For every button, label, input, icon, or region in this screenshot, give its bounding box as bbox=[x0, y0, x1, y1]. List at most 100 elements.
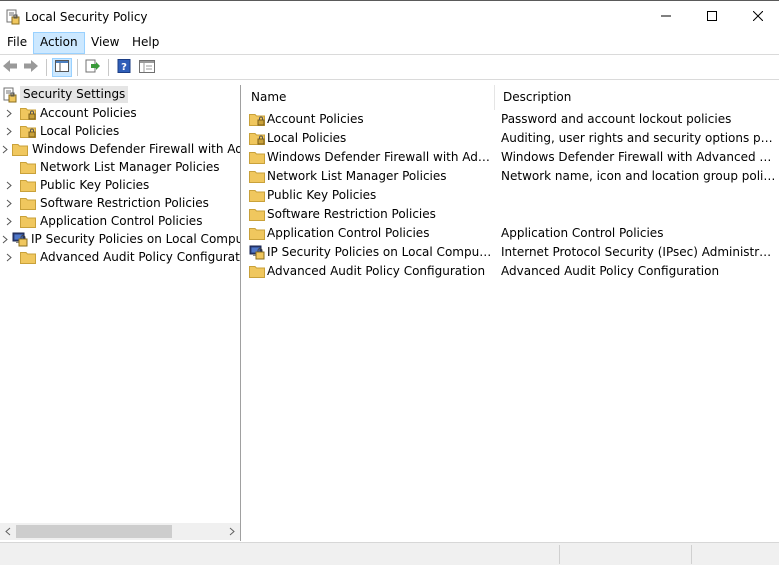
expand-chevron-icon[interactable] bbox=[2, 104, 15, 122]
tree-pane[interactable]: Security Settings Account Policies Local… bbox=[0, 85, 241, 541]
folder-icon bbox=[248, 187, 266, 203]
title-bar: Local Security Policy bbox=[0, 0, 779, 32]
properties-button[interactable] bbox=[137, 58, 157, 77]
row-description: Network name, icon and location group po… bbox=[501, 169, 777, 183]
minimize-button[interactable] bbox=[643, 1, 689, 33]
row-name: IP Security Policies on Local Computer bbox=[267, 245, 492, 259]
tree-item-account-policies[interactable]: Account Policies bbox=[0, 104, 240, 122]
forward-button[interactable] bbox=[21, 58, 41, 77]
expand-chevron-icon[interactable] bbox=[2, 212, 15, 230]
maximize-icon bbox=[707, 10, 717, 24]
row-name: Windows Defender Firewall with Advanced … bbox=[267, 150, 492, 164]
folder-icon bbox=[19, 195, 37, 211]
tree-item-application-control-policies[interactable]: Application Control Policies bbox=[0, 212, 240, 230]
expand-chevron-icon[interactable] bbox=[2, 140, 8, 158]
tree-root-security-settings[interactable]: Security Settings bbox=[0, 86, 129, 103]
window-title: Local Security Policy bbox=[25, 10, 148, 24]
status-bar-divider bbox=[559, 545, 560, 564]
tree-item-label: Network List Manager Policies bbox=[40, 160, 220, 174]
chevron-right-icon bbox=[229, 525, 235, 539]
list-row[interactable]: Local Policies Auditing, user rights and… bbox=[243, 129, 779, 148]
scrollbar-thumb[interactable] bbox=[16, 525, 172, 538]
expand-chevron-icon[interactable] bbox=[2, 176, 15, 194]
list-row[interactable]: Network List Manager Policies Network na… bbox=[243, 167, 779, 186]
toolbar-separator bbox=[108, 59, 109, 76]
export-list-button[interactable] bbox=[83, 58, 103, 77]
folder-icon bbox=[19, 177, 37, 193]
column-header-description[interactable]: Description bbox=[495, 85, 779, 110]
back-button[interactable] bbox=[0, 58, 20, 77]
expand-chevron-icon[interactable] bbox=[2, 230, 8, 248]
security-policy-icon bbox=[6, 9, 20, 25]
column-header-name[interactable]: Name bbox=[243, 85, 495, 110]
folder-icon bbox=[248, 225, 266, 241]
close-button[interactable] bbox=[735, 1, 779, 33]
maximize-button[interactable] bbox=[689, 1, 735, 33]
tree-item-public-key-policies[interactable]: Public Key Policies bbox=[0, 176, 240, 194]
export-list-icon bbox=[85, 59, 101, 76]
row-description: Password and account lockout policies bbox=[501, 112, 732, 126]
row-description: Windows Defender Firewall with Advanced … bbox=[501, 150, 777, 164]
chevron-left-icon bbox=[5, 525, 11, 539]
folder-icon bbox=[248, 263, 266, 279]
no-expander bbox=[2, 158, 15, 176]
tree-item-ip-security-policies[interactable]: IP Security Policies on Local Computer bbox=[0, 230, 240, 248]
folder-icon bbox=[12, 141, 29, 157]
tree-item-network-list-manager[interactable]: Network List Manager Policies bbox=[0, 158, 240, 176]
tree-item-label: Application Control Policies bbox=[40, 214, 203, 228]
security-settings-icon bbox=[2, 87, 18, 103]
menu-help[interactable]: Help bbox=[126, 32, 165, 54]
tree-horizontal-scrollbar[interactable] bbox=[0, 523, 240, 540]
row-name: Software Restriction Policies bbox=[267, 207, 436, 221]
list-row[interactable]: IP Security Policies on Local Computer I… bbox=[243, 243, 779, 262]
help-button[interactable]: ? bbox=[114, 58, 134, 77]
back-icon bbox=[2, 59, 18, 76]
ipsec-icon bbox=[248, 244, 266, 260]
expand-chevron-icon[interactable] bbox=[2, 248, 15, 266]
list-pane[interactable]: Name Description Account Policies Passwo… bbox=[243, 85, 779, 541]
list-row[interactable]: Public Key Policies bbox=[243, 186, 779, 205]
locked-folder-icon bbox=[248, 130, 266, 146]
tree-root-label: Security Settings bbox=[20, 86, 129, 103]
tree-item-label: Software Restriction Policies bbox=[40, 196, 209, 210]
scroll-right-button[interactable] bbox=[224, 523, 240, 540]
list-row[interactable]: Advanced Audit Policy Configuration Adva… bbox=[243, 262, 779, 281]
row-name: Network List Manager Policies bbox=[267, 169, 447, 183]
help-icon: ? bbox=[117, 59, 131, 76]
list-row[interactable]: Software Restriction Policies bbox=[243, 205, 779, 224]
close-icon bbox=[752, 10, 764, 24]
row-name: Public Key Policies bbox=[267, 188, 377, 202]
row-description: Internet Protocol Security (IPsec) Admin… bbox=[501, 245, 777, 259]
show-hide-tree-icon bbox=[55, 60, 69, 75]
menu-action[interactable]: Action bbox=[33, 32, 85, 54]
toolbar-separator bbox=[46, 59, 47, 76]
list-row[interactable]: Application Control Policies Application… bbox=[243, 224, 779, 243]
locked-folder-icon bbox=[248, 111, 266, 127]
list-row[interactable]: Account Policies Password and account lo… bbox=[243, 110, 779, 129]
menu-file[interactable]: File bbox=[1, 32, 33, 54]
toolbar: ? bbox=[0, 54, 779, 80]
row-description: Auditing, user rights and security optio… bbox=[501, 131, 777, 145]
tree-item-label: Account Policies bbox=[40, 106, 137, 120]
expand-chevron-icon[interactable] bbox=[2, 122, 15, 140]
list-row[interactable]: Windows Defender Firewall with Advanced … bbox=[243, 148, 779, 167]
row-name: Application Control Policies bbox=[267, 226, 430, 240]
show-hide-tree-button[interactable] bbox=[52, 58, 72, 77]
menu-view[interactable]: View bbox=[85, 32, 125, 54]
tree-item-software-restriction-policies[interactable]: Software Restriction Policies bbox=[0, 194, 240, 212]
tree-item-local-policies[interactable]: Local Policies bbox=[0, 122, 240, 140]
status-bar-divider bbox=[691, 545, 692, 564]
tree-item-label: Windows Defender Firewall with Advanced … bbox=[32, 142, 240, 156]
folder-icon bbox=[248, 149, 266, 165]
row-description: Advanced Audit Policy Configuration bbox=[501, 264, 720, 278]
folder-icon bbox=[248, 168, 266, 184]
minimize-icon bbox=[661, 10, 671, 24]
tree-item-label: Local Policies bbox=[40, 124, 120, 138]
locked-folder-icon bbox=[19, 105, 37, 121]
ipsec-icon bbox=[12, 231, 28, 247]
tree-item-windows-defender-firewall[interactable]: Windows Defender Firewall with Advanced … bbox=[0, 140, 240, 158]
expand-chevron-icon[interactable] bbox=[2, 194, 15, 212]
menu-bar: File Action View Help bbox=[0, 32, 779, 54]
tree-item-advanced-audit-policy[interactable]: Advanced Audit Policy Configuration bbox=[0, 248, 240, 266]
scroll-left-button[interactable] bbox=[0, 523, 16, 540]
